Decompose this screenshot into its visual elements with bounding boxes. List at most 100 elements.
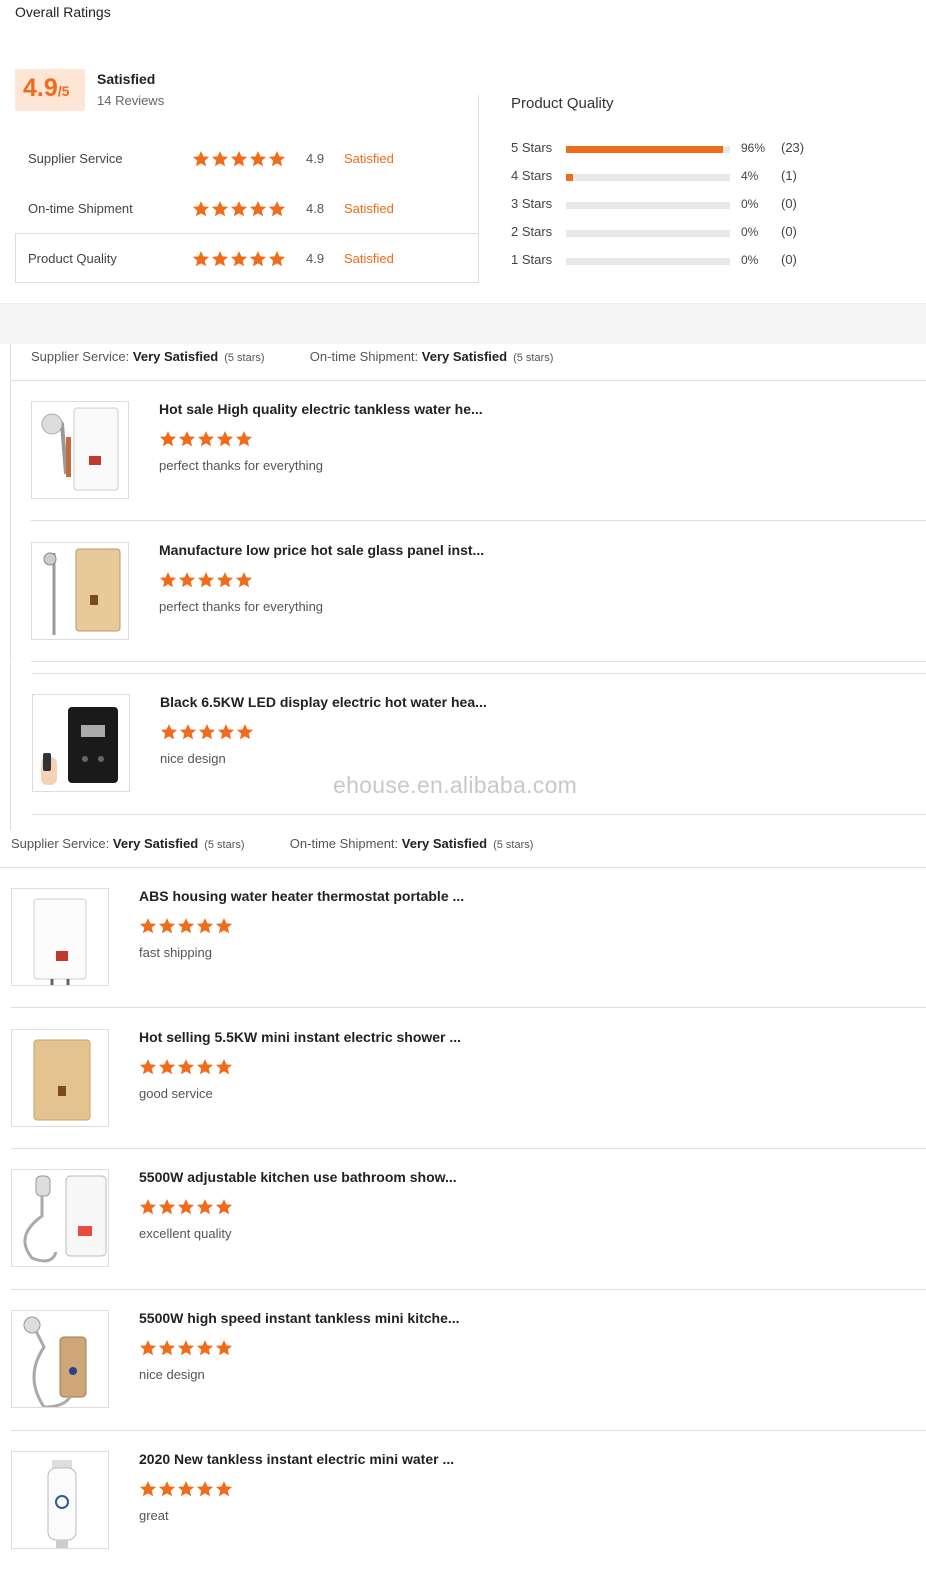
overall-ratings-title: Overall Ratings xyxy=(15,4,111,20)
star-icon xyxy=(196,1059,214,1075)
distribution-percent: 96% xyxy=(741,141,766,155)
product-title[interactable]: Hot selling 5.5KW mini instant electric … xyxy=(139,1029,461,1045)
star-icon xyxy=(159,572,177,588)
star-icon xyxy=(179,724,197,740)
distribution-row: 5 Stars 96% (23) xyxy=(511,140,831,158)
divider xyxy=(0,867,926,868)
star-icon xyxy=(268,251,286,267)
review-comment: great xyxy=(139,1508,169,1523)
distribution-bar-track xyxy=(566,258,730,265)
distribution-label: 3 Stars xyxy=(511,196,553,211)
distribution-bar-track xyxy=(566,202,730,209)
distribution-percent: 0% xyxy=(741,225,759,239)
distribution-bar-track xyxy=(566,230,730,237)
star-icon xyxy=(197,431,215,447)
star-icon xyxy=(211,251,229,267)
rating-status-on-time-shipment: Satisfied xyxy=(344,201,394,216)
review-stars xyxy=(160,723,255,746)
star-icon xyxy=(158,1199,176,1215)
distribution-label: 2 Stars xyxy=(511,224,553,239)
rating-label-product-quality[interactable]: Product Quality xyxy=(28,251,117,266)
rating-value-product-quality: 4.9 xyxy=(306,251,325,266)
review-comment: good service xyxy=(139,1086,213,1101)
star-icon xyxy=(249,201,267,217)
rating-value-supplier-service: 4.9 xyxy=(306,151,325,166)
distribution-label: 1 Stars xyxy=(511,252,553,267)
distribution-count: (0) xyxy=(781,224,797,239)
product-thumbnail-icon xyxy=(41,707,118,785)
star-icon xyxy=(268,151,286,167)
review-stars xyxy=(139,917,234,940)
distribution-label: 4 Stars xyxy=(511,168,553,183)
review-comment: nice design xyxy=(160,751,226,766)
product-thumbnail[interactable] xyxy=(31,401,129,499)
distribution-row: 2 Stars 0% (0) xyxy=(511,224,831,242)
divider xyxy=(10,380,926,381)
product-thumbnail-icon xyxy=(43,548,121,635)
star-icon xyxy=(198,724,216,740)
star-icon xyxy=(211,201,229,217)
star-icon xyxy=(196,1340,214,1356)
divider xyxy=(31,520,926,521)
review-stars xyxy=(139,1058,234,1081)
star-icon xyxy=(177,1340,195,1356)
distribution-bar-track xyxy=(566,174,730,181)
distribution-row: 3 Stars 0% (0) xyxy=(511,196,831,214)
product-thumbnail[interactable] xyxy=(11,1310,109,1408)
product-thumbnail-icon xyxy=(23,1316,87,1407)
star-icon xyxy=(211,151,229,167)
product-title[interactable]: 5500W adjustable kitchen use bathroom sh… xyxy=(139,1169,457,1185)
product-title[interactable]: 5500W high speed instant tankless mini k… xyxy=(139,1310,460,1326)
star-icon xyxy=(177,1481,195,1497)
star-icon xyxy=(215,1199,233,1215)
star-icon xyxy=(235,431,253,447)
star-icon xyxy=(139,1481,157,1497)
star-icon xyxy=(197,572,215,588)
star-icon xyxy=(159,431,177,447)
star-icon xyxy=(177,1199,195,1215)
product-thumbnail-icon xyxy=(33,1039,91,1121)
star-icon xyxy=(230,151,248,167)
product-thumbnail[interactable] xyxy=(11,1029,109,1127)
rating-stars-supplier-service xyxy=(192,150,287,173)
rating-label-on-time-shipment: On-time Shipment xyxy=(28,201,133,216)
star-icon xyxy=(158,1059,176,1075)
star-icon xyxy=(230,201,248,217)
star-icon xyxy=(196,1481,214,1497)
distribution-percent: 4% xyxy=(741,169,759,183)
watermark: ehouse.en.alibaba.com xyxy=(333,772,578,798)
review-stars xyxy=(139,1339,234,1362)
star-icon xyxy=(160,724,178,740)
divider xyxy=(11,1148,926,1149)
divider xyxy=(31,661,926,662)
product-title[interactable]: ABS housing water heater thermostat port… xyxy=(139,888,464,904)
review-comment: fast shipping xyxy=(139,945,212,960)
star-icon xyxy=(235,572,253,588)
product-thumbnail[interactable] xyxy=(11,888,109,986)
product-title[interactable]: Black 6.5KW LED display electric hot wat… xyxy=(160,694,487,710)
product-title[interactable]: Hot sale High quality electric tankless … xyxy=(159,401,483,417)
star-icon xyxy=(177,918,195,934)
product-thumbnail[interactable] xyxy=(11,1169,109,1267)
review-stars xyxy=(139,1198,234,1221)
product-thumbnail[interactable] xyxy=(11,1451,109,1549)
distribution-bar-fill xyxy=(566,146,724,153)
product-title[interactable]: Manufacture low price hot sale glass pan… xyxy=(159,542,484,558)
product-thumbnail-icon xyxy=(47,1460,77,1548)
rating-value-on-time-shipment: 4.8 xyxy=(306,201,325,216)
product-thumbnail[interactable] xyxy=(32,694,130,792)
distribution-count: (23) xyxy=(781,140,805,155)
distribution-row: 1 Stars 0% (0) xyxy=(511,252,831,270)
star-icon xyxy=(216,431,234,447)
product-title[interactable]: 2020 New tankless instant electric mini … xyxy=(139,1451,454,1467)
product-thumbnail[interactable] xyxy=(31,542,129,640)
review-comment: excellent quality xyxy=(139,1226,232,1241)
review-comment: perfect thanks for everything xyxy=(159,599,324,614)
review-group-summary: Supplier Service: Very Satisfied (5 stars… xyxy=(31,349,554,364)
distribution-percent: 0% xyxy=(741,197,759,211)
review-group-summary: Supplier Service: Very Satisfied (5 stars… xyxy=(11,836,534,851)
rating-stars-product-quality xyxy=(192,250,287,273)
star-icon xyxy=(192,251,210,267)
review-stars xyxy=(159,430,254,453)
divider xyxy=(32,673,926,674)
